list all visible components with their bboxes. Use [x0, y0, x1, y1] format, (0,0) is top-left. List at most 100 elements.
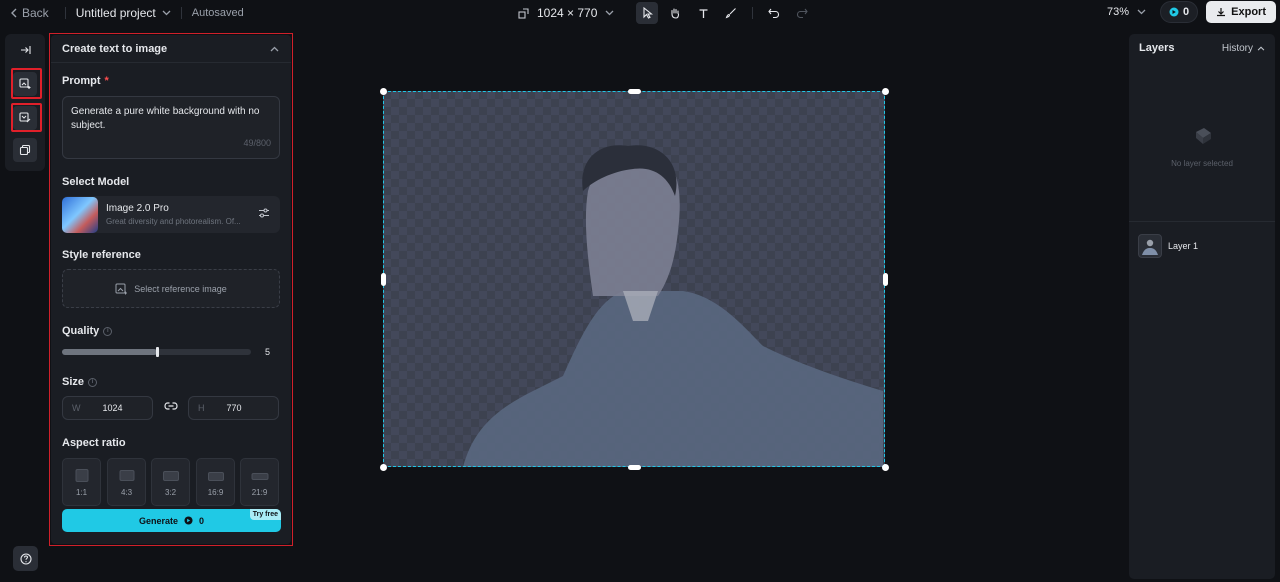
help-button[interactable]	[13, 546, 38, 571]
resize-handle-bottom[interactable]	[628, 465, 641, 470]
model-name: Image 2.0 Pro	[106, 203, 169, 214]
person-thumbnail-image	[1142, 239, 1158, 255]
model-description: Great diversity and photorealism. Of...	[106, 217, 241, 226]
quality-label: Quality i	[62, 325, 113, 337]
export-button[interactable]: Export	[1206, 1, 1276, 23]
select-reference-image-button[interactable]: Select reference image	[62, 269, 280, 308]
select-tool-button[interactable]	[636, 2, 659, 24]
top-bar-right: 73% 0 Export	[1107, 1, 1276, 23]
width-value: 1024	[102, 403, 123, 413]
resize-handle-top[interactable]	[628, 89, 641, 94]
model-settings-button[interactable]	[258, 207, 270, 222]
layer-item[interactable]: Layer 1	[1138, 233, 1266, 258]
size-label-text: Size	[62, 376, 85, 388]
ratio-1-1-button[interactable]: 1:1	[62, 458, 101, 506]
style-reference-label: Style reference	[62, 249, 141, 261]
zoom-dropdown[interactable]: 73%	[1107, 6, 1152, 18]
ratio-label: 16:9	[207, 488, 224, 497]
arrow-right-bar-icon	[20, 46, 31, 54]
layer-thumbnail	[1138, 233, 1162, 258]
ratio-shape	[207, 472, 224, 481]
quality-value: 5	[265, 347, 271, 357]
ratio-3-2-button[interactable]: 3:2	[151, 458, 190, 506]
person-cutout-image	[463, 145, 883, 467]
generate-button[interactable]: Generate 0 Try free	[62, 509, 281, 532]
zoom-level: 73%	[1107, 6, 1130, 18]
ratio-shape	[75, 469, 88, 482]
hand-tool-button[interactable]	[664, 2, 686, 24]
layers-tool-button[interactable]	[13, 138, 37, 162]
resize-handle-bottom-right[interactable]	[882, 464, 889, 471]
chevron-down-icon	[605, 10, 614, 16]
quality-label-text: Quality	[62, 325, 100, 337]
resize-handle-right[interactable]	[883, 273, 888, 286]
ratio-shape	[119, 470, 134, 481]
ratio-21-9-button[interactable]: 21:9	[240, 458, 279, 506]
divider	[64, 7, 66, 19]
canvas-image[interactable]	[383, 91, 885, 467]
layers-panel: Layers History No layer selected Layer 1	[1129, 34, 1275, 579]
width-key: W	[72, 403, 81, 413]
redo-button[interactable]	[791, 2, 813, 24]
ratio-shape	[251, 473, 268, 480]
height-input[interactable]: H 770	[188, 396, 279, 420]
ratio-16-9-button[interactable]: 16:9	[196, 458, 235, 506]
prompt-char-count: 49/800	[243, 138, 271, 148]
quality-slider[interactable]	[62, 347, 251, 357]
stack-icon	[19, 144, 31, 156]
width-input[interactable]: W 1024	[62, 396, 153, 420]
history-label: History	[1221, 42, 1253, 54]
project-name-dropdown[interactable]: Untitled project	[76, 6, 171, 20]
text-to-image-tool-button[interactable]	[13, 72, 37, 96]
prompt-input[interactable]: Generate a pure white background with no…	[62, 96, 280, 159]
chevron-up-icon	[270, 46, 279, 51]
credit-coin-icon	[184, 516, 193, 525]
height-key: H	[198, 403, 205, 413]
resize-handle-bottom-left[interactable]	[380, 464, 387, 471]
top-bar-left: Back Untitled project Autosaved	[0, 0, 244, 26]
model-info: Image 2.0 Pro Great diversity and photor…	[106, 203, 246, 226]
canvas-dimensions: 1024 × 770	[537, 6, 598, 20]
image-to-image-tool-button[interactable]	[13, 106, 37, 130]
panel-header[interactable]: Create text to image	[51, 35, 291, 63]
model-selector[interactable]: Image 2.0 Pro Great diversity and photor…	[62, 196, 280, 233]
layers-header: Layers History	[1129, 34, 1275, 62]
hand-icon	[671, 8, 680, 19]
brush-tool-button[interactable]	[720, 2, 742, 24]
resize-handle-top-right[interactable]	[882, 88, 889, 95]
model-label: Select Model	[62, 176, 130, 188]
download-icon	[1217, 8, 1226, 17]
resize-handle-left[interactable]	[381, 273, 386, 286]
link-aspect-icon[interactable]	[164, 401, 178, 411]
select-reference-label: Select reference image	[134, 283, 227, 294]
help-icon	[19, 552, 32, 565]
info-icon: i	[103, 326, 113, 336]
required-marker: *	[104, 75, 109, 87]
back-button[interactable]: Back	[10, 3, 55, 23]
cursor-icon	[643, 7, 653, 19]
divider	[752, 7, 754, 19]
text-tool-button[interactable]	[692, 2, 714, 24]
quality-slider-handle[interactable]	[155, 347, 159, 357]
resize-handle-top-left[interactable]	[380, 88, 387, 95]
sliders-icon	[259, 208, 269, 218]
chevron-up-icon	[1257, 45, 1265, 51]
collapse-panel-button[interactable]	[13, 38, 37, 62]
canvas-size-dropdown[interactable]: 1024 × 770	[514, 2, 618, 24]
ratio-shape	[162, 471, 179, 481]
image-add-icon	[115, 283, 128, 294]
chevron-down-icon	[1137, 9, 1146, 15]
ratio-label: 4:3	[120, 488, 133, 497]
autosaved-status: Autosaved	[191, 7, 244, 19]
size-label: Size i	[62, 376, 98, 388]
export-label: Export	[1231, 6, 1266, 18]
redo-icon	[797, 8, 809, 18]
ratio-4-3-button[interactable]: 4:3	[107, 458, 146, 506]
undo-button[interactable]	[763, 2, 785, 24]
credits-count: 0	[1183, 6, 1190, 18]
history-toggle[interactable]: History	[1222, 43, 1265, 54]
tool-rail	[5, 34, 45, 171]
ratio-label: 21:9	[251, 488, 268, 497]
chevron-down-icon	[162, 10, 171, 16]
credits-badge[interactable]: 0	[1160, 1, 1199, 23]
